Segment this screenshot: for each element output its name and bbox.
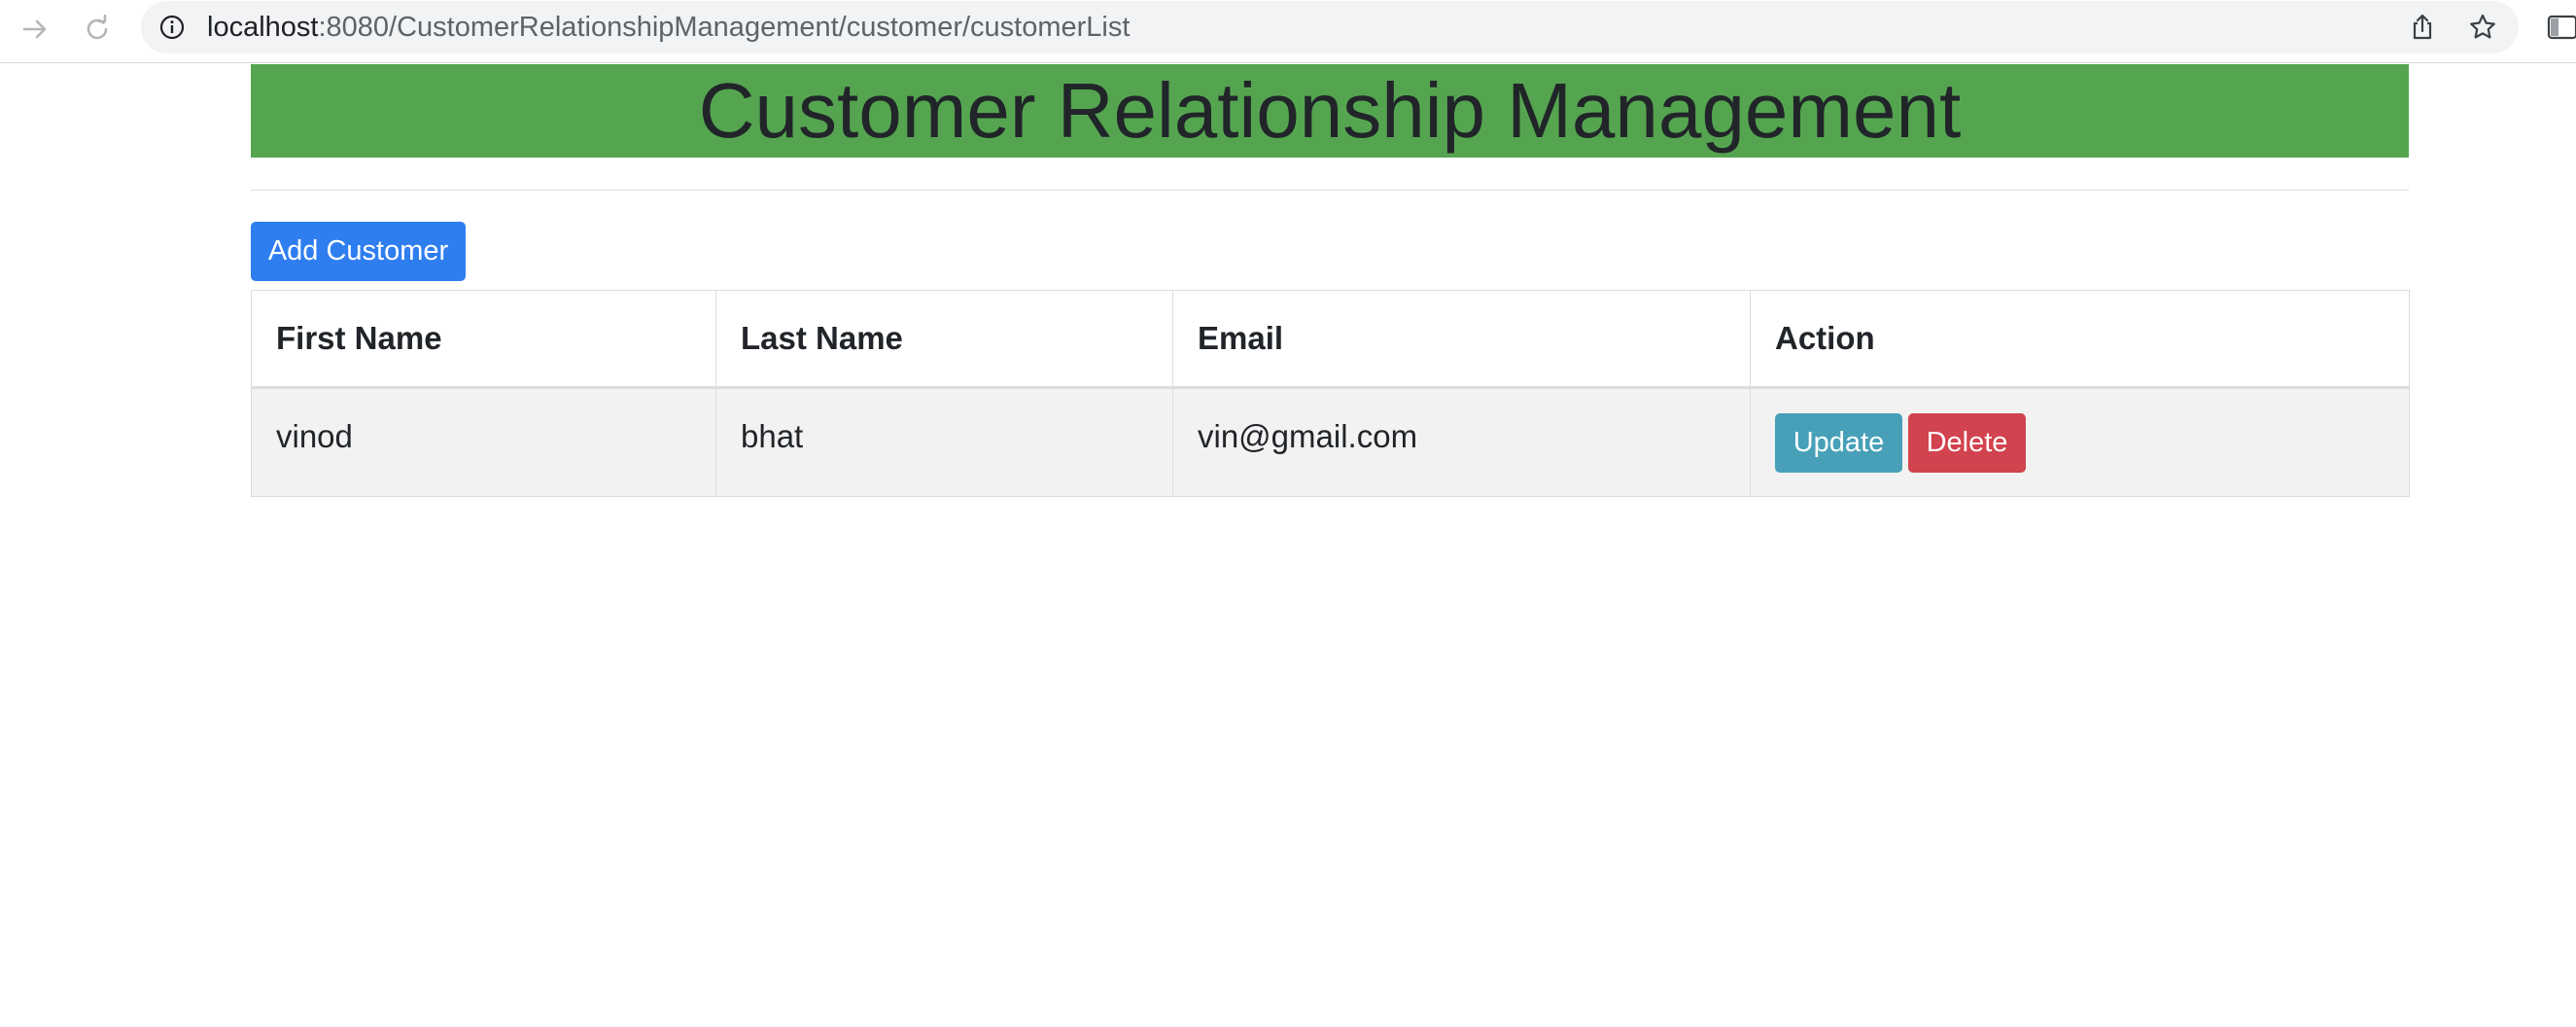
header-last-name: Last Name: [715, 290, 1173, 389]
table-row: vinod bhat vin@gmail.com Update Delete: [251, 387, 2410, 497]
reload-icon: [87, 14, 108, 40]
delete-button[interactable]: Delete: [1908, 413, 2026, 473]
header-first-name: First Name: [251, 290, 716, 389]
forward-button[interactable]: [16, 10, 54, 49]
browser-toolbar: localhost:8080/CustomerRelationshipManag…: [0, 0, 2576, 63]
update-button[interactable]: Update: [1775, 413, 1902, 473]
cell-last-name: bhat: [715, 387, 1173, 497]
table-header-row: First Name Last Name Email Action: [251, 290, 2410, 389]
cell-action: Update Delete: [1750, 387, 2410, 497]
cell-first-name: vinod: [251, 387, 716, 497]
url-text[interactable]: localhost:8080/CustomerRelationshipManag…: [207, 1, 1130, 53]
cell-email: vin@gmail.com: [1172, 387, 1751, 497]
customer-table: First Name Last Name Email Action vinod …: [251, 290, 2410, 497]
forward-icon: [22, 19, 47, 39]
page-banner: Customer Relationship Management: [251, 64, 2409, 158]
header-action: Action: [1750, 290, 2410, 389]
reload-button[interactable]: [78, 10, 117, 49]
url-path: :8080/CustomerRelationshipManagement/cus…: [318, 12, 1131, 43]
divider: [251, 190, 2409, 191]
url-host: localhost: [207, 12, 319, 43]
info-icon[interactable]: [158, 14, 186, 41]
share-icon[interactable]: [2408, 13, 2437, 42]
address-bar[interactable]: localhost:8080/CustomerRelationshipManag…: [141, 1, 2519, 53]
star-icon[interactable]: [2468, 13, 2497, 42]
header-email: Email: [1172, 290, 1751, 389]
page-title: Customer Relationship Management: [698, 67, 1962, 154]
side-panel-icon[interactable]: [2547, 15, 2576, 40]
add-customer-button[interactable]: Add Customer: [251, 222, 466, 281]
